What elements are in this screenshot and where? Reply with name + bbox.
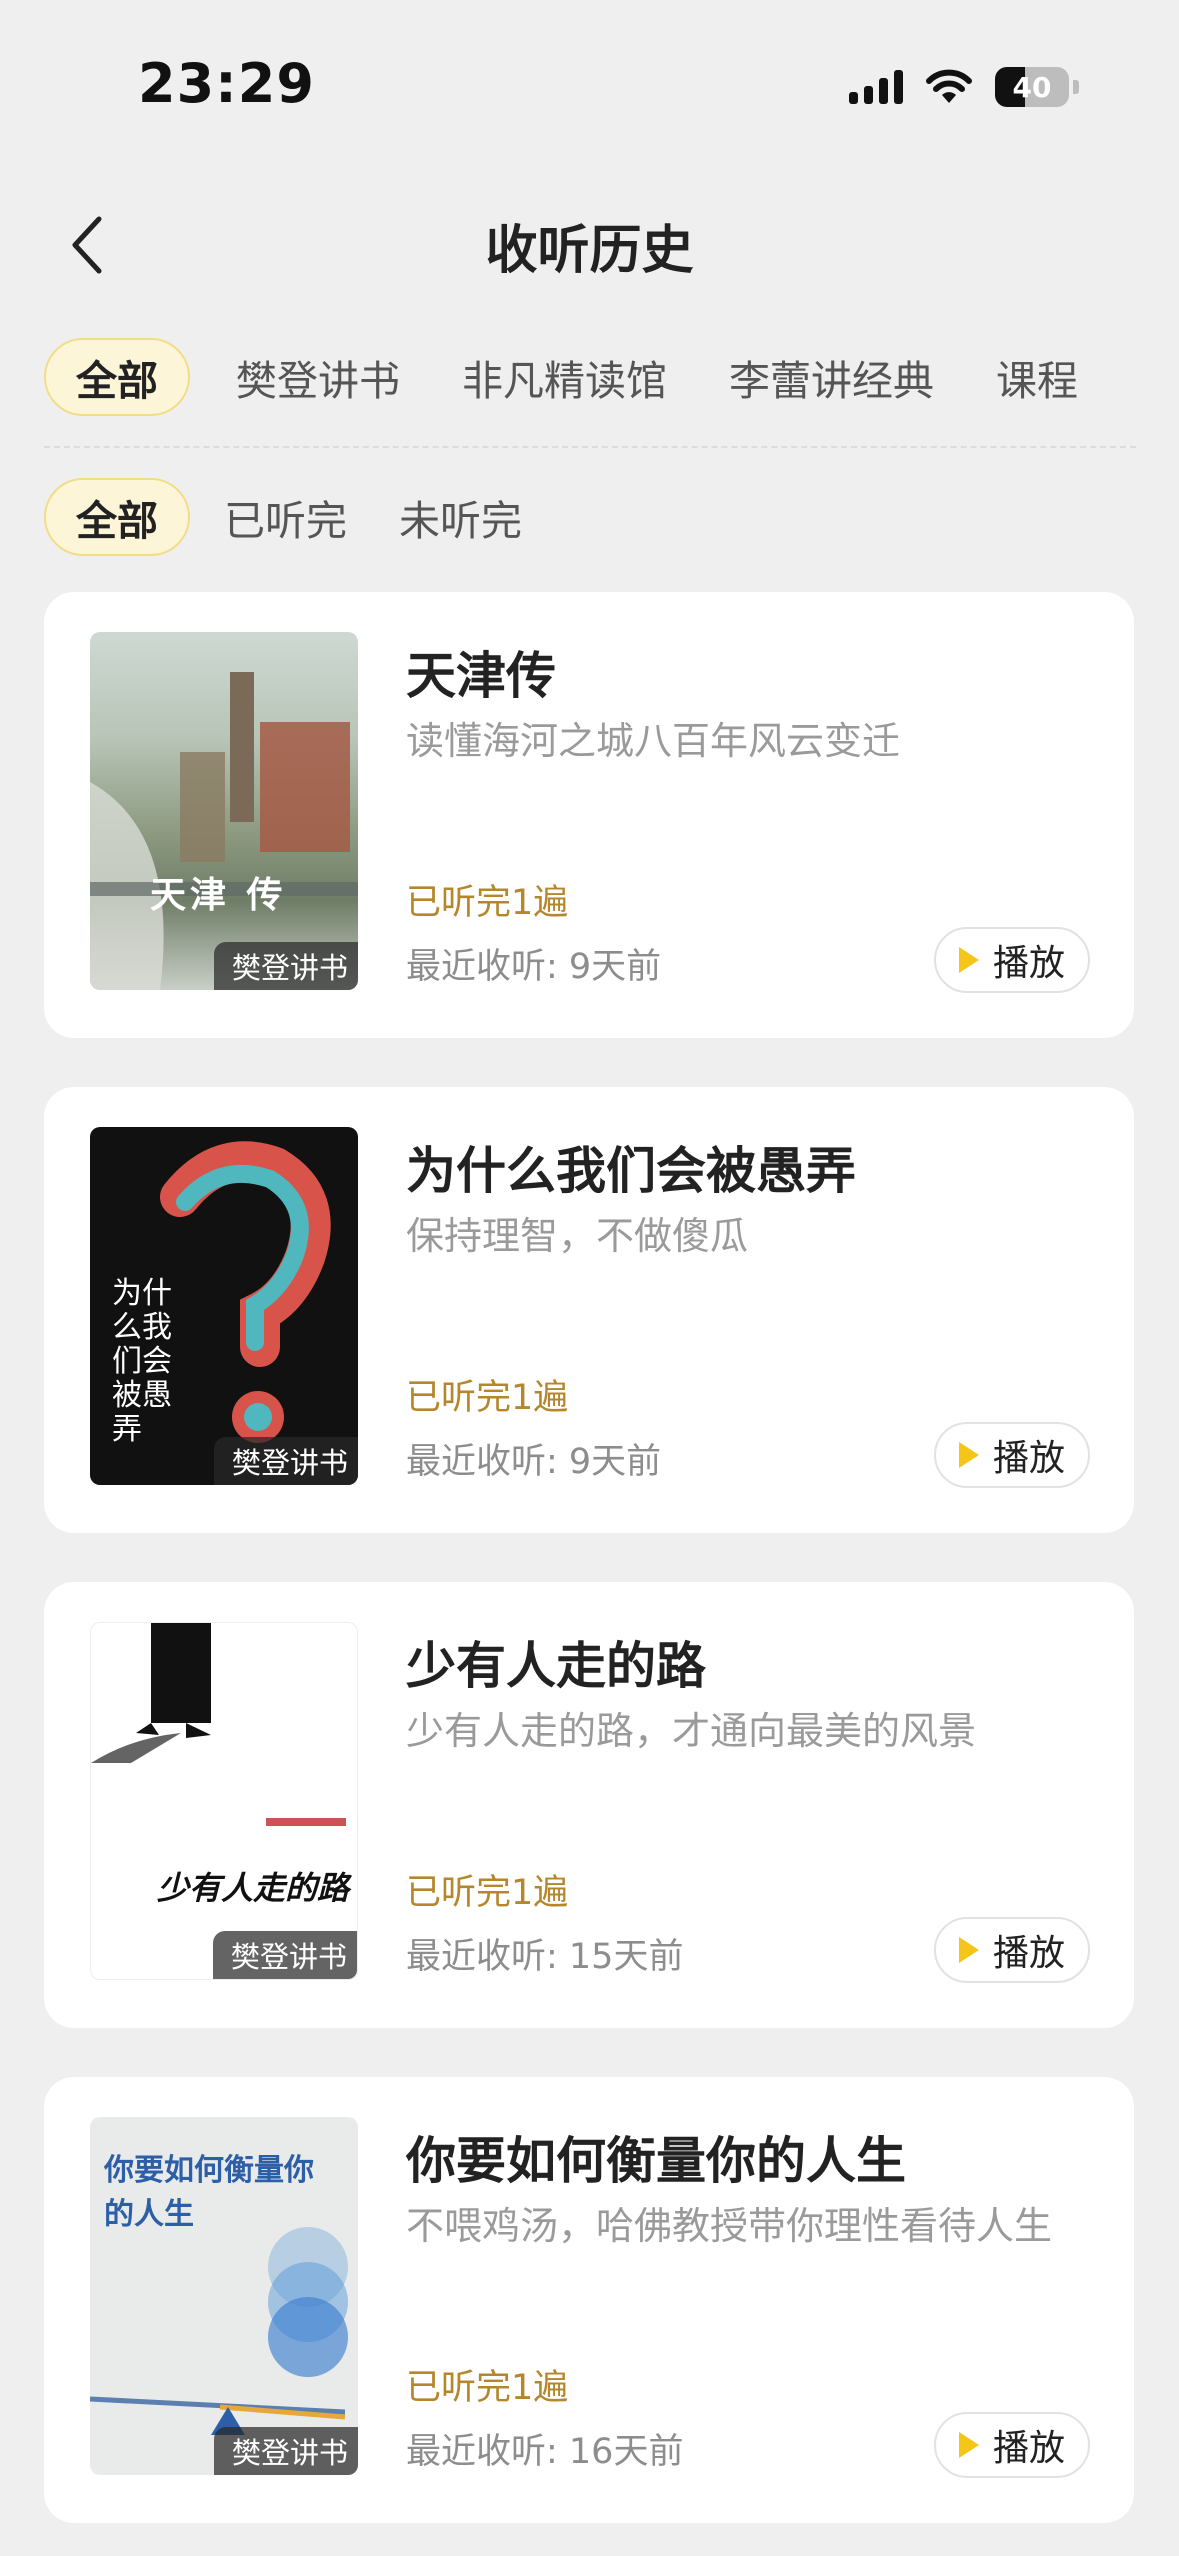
wifi-icon xyxy=(926,69,972,103)
status-bar: 23:29 40 xyxy=(0,0,1179,170)
nav-bar: 收听历史 xyxy=(0,190,1179,300)
book-cover[interactable]: 天津 传 樊登讲书 xyxy=(90,632,358,990)
status-time: 23:29 xyxy=(138,52,315,115)
cover-art xyxy=(91,1623,346,1826)
status-icons: 40 xyxy=(849,62,1079,112)
book-subtitle: 保持理智，不做傻瓜 xyxy=(406,1214,749,1258)
book-card[interactable]: 少有人走的路 樊登讲书 少有人走的路 少有人走的路，才通向最美的风景 已听完1遍… xyxy=(44,1582,1134,2028)
book-title[interactable]: 你要如何衡量你的人生 xyxy=(406,2121,906,2193)
listen-progress: 已听完1遍 xyxy=(406,2368,569,2408)
filter-all[interactable]: 全部 xyxy=(44,478,190,556)
last-listened: 最近收听: 9天前 xyxy=(406,1442,662,1482)
cover-title: 少有人走的路 xyxy=(157,1869,350,1907)
book-card[interactable]: 为什么我们会被愚弄 樊登讲书 为什么我们会被愚弄 保持理智，不做傻瓜 已听完1遍… xyxy=(44,1087,1134,1533)
listen-progress: 已听完1遍 xyxy=(406,1873,569,1913)
tab-feifan[interactable]: 非凡精读馆 xyxy=(446,338,683,416)
book-title[interactable]: 天津传 xyxy=(406,636,556,708)
tab-lilei[interactable]: 李蕾讲经典 xyxy=(713,338,950,416)
play-icon xyxy=(958,2432,979,2458)
play-label: 播放 xyxy=(992,1933,1065,1974)
play-button[interactable]: 播放 xyxy=(934,1422,1090,1488)
battery-icon: 40 xyxy=(995,67,1069,107)
play-button[interactable]: 播放 xyxy=(934,927,1090,993)
filter-unfinished[interactable]: 未听完 xyxy=(399,478,522,556)
cover-title: 你要如何衡量你的人生 xyxy=(104,2153,314,2232)
cover-title: 天津 传 xyxy=(150,874,287,916)
cover-badge: 樊登讲书 xyxy=(213,2427,358,2475)
tab-all[interactable]: 全部 xyxy=(44,338,190,416)
listen-progress: 已听完1遍 xyxy=(406,883,569,923)
battery-tip xyxy=(1073,80,1079,94)
tab-courses[interactable]: 课程 xyxy=(980,338,1094,416)
cover-badge: 樊登讲书 xyxy=(212,1931,357,1979)
cover-art xyxy=(90,672,358,990)
book-card[interactable]: 你要如何衡量你的人生 樊登讲书 你要如何衡量你的人生 不喂鸡汤，哈佛教授带你理性… xyxy=(44,2077,1134,2523)
play-button[interactable]: 播放 xyxy=(934,2412,1090,2478)
battery-level: 40 xyxy=(1012,70,1052,104)
tab-fandeng[interactable]: 樊登讲书 xyxy=(220,338,416,416)
book-title[interactable]: 少有人走的路 xyxy=(406,1626,706,1698)
page-title: 收听历史 xyxy=(485,221,694,281)
book-cover[interactable]: 少有人走的路 樊登讲书 xyxy=(90,1622,358,1980)
book-subtitle: 少有人走的路，才通向最美的风景 xyxy=(406,1709,977,1753)
cover-badge: 樊登讲书 xyxy=(213,942,358,990)
cover-badge: 樊登讲书 xyxy=(213,1437,358,1485)
tabs-divider xyxy=(44,446,1136,448)
cover-title: 为什么我们会被愚弄 xyxy=(112,1276,172,1447)
book-card[interactable]: 天津 传 樊登讲书 天津传 读懂海河之城八百年风云变迁 已听完1遍 最近收听: … xyxy=(44,592,1134,1038)
book-cover[interactable]: 你要如何衡量你的人生 樊登讲书 xyxy=(90,2117,358,2475)
play-label: 播放 xyxy=(992,943,1065,984)
last-listened: 最近收听: 15天前 xyxy=(406,1937,684,1977)
last-listened: 最近收听: 16天前 xyxy=(406,2432,684,2472)
book-subtitle: 读懂海河之城八百年风云变迁 xyxy=(406,719,901,763)
play-icon xyxy=(958,1937,979,1963)
filter-finished[interactable]: 已听完 xyxy=(224,478,347,556)
play-label: 播放 xyxy=(992,2428,1065,2469)
status-filters: 全部 已听完 未听完 xyxy=(44,476,540,558)
play-button[interactable]: 播放 xyxy=(934,1917,1090,1983)
last-listened: 最近收听: 9天前 xyxy=(406,947,662,987)
play-icon xyxy=(958,947,979,973)
book-cover[interactable]: 为什么我们会被愚弄 樊登讲书 xyxy=(90,1127,358,1485)
cellular-signal-icon xyxy=(849,70,903,104)
book-title[interactable]: 为什么我们会被愚弄 xyxy=(406,1131,856,1203)
listen-progress: 已听完1遍 xyxy=(406,1378,569,1418)
play-label: 播放 xyxy=(992,1438,1065,1479)
category-tabs: 全部 樊登讲书 非凡精读馆 李蕾讲经典 课程 xyxy=(44,335,1144,419)
book-subtitle: 不喂鸡汤，哈佛教授带你理性看待人生 xyxy=(406,2204,1053,2248)
play-icon xyxy=(958,1442,979,1468)
